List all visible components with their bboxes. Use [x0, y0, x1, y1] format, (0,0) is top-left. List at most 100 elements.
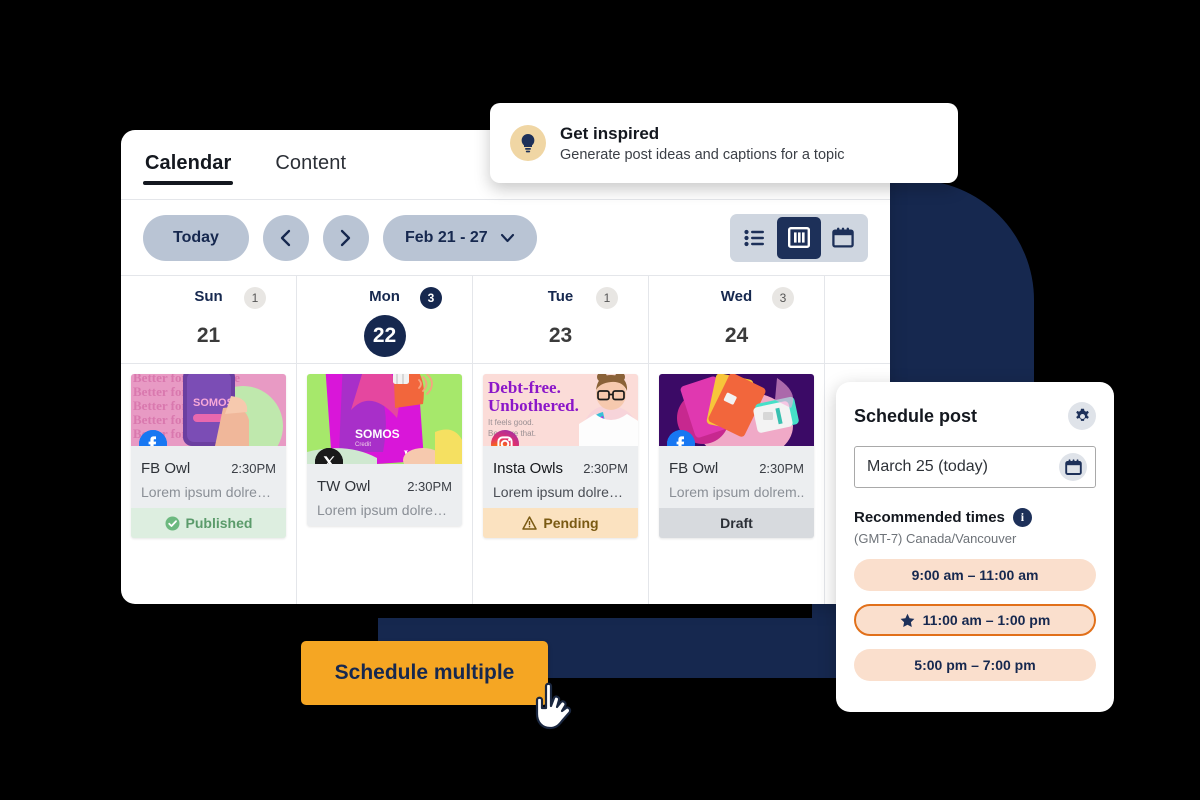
- gear-glyph: [1075, 408, 1089, 421]
- date-range-dropdown[interactable]: Feb 21 - 27: [382, 214, 537, 261]
- post-card[interactable]: SOMOS Credit VIS: [307, 374, 462, 526]
- post-status-label: Published: [185, 515, 253, 531]
- post-account-name: Insta Owls: [493, 460, 564, 477]
- day-column-sun: Sun 1 21 Better for everyone Better for …: [121, 276, 297, 604]
- post-text: Lorem ipsum dolre…: [493, 484, 623, 500]
- post-account-name: TW Owl: [317, 478, 371, 495]
- day-number-tue: 23: [548, 324, 573, 347]
- post-time: 2:30PM: [231, 461, 276, 476]
- post-status-badge: Published: [131, 508, 286, 538]
- day-number-sun: 21: [196, 324, 221, 347]
- time-slot-label: 9:00 am – 11:00 am: [911, 567, 1039, 583]
- day-number-mon: 22: [363, 315, 406, 357]
- day-header-tue[interactable]: Tue 1 23: [473, 276, 648, 364]
- recommended-times-row: Recommended times i: [854, 508, 1096, 527]
- post-account-name: FB Owl: [669, 460, 719, 477]
- day-count-badge-wed: 3: [772, 287, 794, 309]
- day-column-tue: Tue 1 23 Debt-free. Unbothered. It feels…: [473, 276, 649, 604]
- today-button[interactable]: Today: [143, 214, 249, 261]
- post-body: Insta Owls 2:30PM Lorem ipsum dolre…: [483, 446, 638, 508]
- post-thumbnail: Debt-free. Unbothered. It feels good. Be…: [483, 374, 638, 446]
- day-header-partial: [825, 276, 890, 364]
- star-icon: [900, 613, 915, 627]
- chevron-down-icon: [500, 233, 514, 242]
- timezone-label: (GMT-7) Canada/Vancouver: [854, 531, 1017, 546]
- view-toggle-list[interactable]: [733, 217, 777, 259]
- instagram-icon: [491, 430, 519, 446]
- day-cards-mon: SOMOS Credit VIS: [297, 364, 472, 526]
- view-toggle-column[interactable]: [777, 216, 821, 259]
- post-body: FB Owl 2:30PM Lorem ipsum dolrem..: [659, 446, 814, 508]
- schedule-date-value: March 25 (today): [867, 458, 988, 475]
- post-status-badge: Draft: [659, 508, 814, 538]
- time-slot-option[interactable]: 5:00 pm – 7:00 pm: [854, 649, 1096, 681]
- check-circle-icon: [165, 516, 180, 530]
- post-card[interactable]: FB Owl 2:30PM Lorem ipsum dolrem.. Draft: [659, 374, 814, 538]
- svg-text:It feels good.: It feels good.: [488, 418, 534, 427]
- prev-week-button[interactable]: [262, 214, 309, 261]
- day-header-wed[interactable]: Wed 3 24: [649, 276, 824, 364]
- tab-calendar[interactable]: Calendar: [143, 144, 234, 185]
- schedule-post-header: Schedule post: [854, 402, 1096, 430]
- post-thumbnail: Better for everyone Better for everyone …: [131, 374, 286, 446]
- schedule-multiple-button[interactable]: Schedule multiple: [301, 641, 548, 705]
- time-slot-label: 11:00 am – 1:00 pm: [922, 612, 1051, 628]
- calendar-icon[interactable]: [1059, 453, 1087, 481]
- toast-title: Get inspired: [560, 123, 660, 143]
- time-slot-option-selected[interactable]: 11:00 am – 1:00 pm: [854, 604, 1096, 636]
- post-time: 2:30PM: [583, 461, 628, 476]
- day-count-badge-mon: 3: [420, 287, 442, 309]
- toast-text-block: Get inspired Generate post ideas and cap…: [560, 124, 845, 163]
- post-text: Lorem ipsum dolrem..: [669, 484, 805, 500]
- tab-content[interactable]: Content: [273, 144, 348, 185]
- post-card[interactable]: Better for everyone Better for everyone …: [131, 374, 286, 538]
- post-text: Lorem ipsum dolre…: [141, 484, 271, 500]
- tab-content-label: Content: [275, 152, 347, 174]
- svg-text:Debt-free.: Debt-free.: [488, 378, 561, 397]
- schedule-date-field[interactable]: March 25 (today): [854, 446, 1096, 488]
- calendar-glyph: [1064, 459, 1082, 475]
- post-status-label: Pending: [543, 515, 599, 531]
- get-inspired-toast[interactable]: Get inspired Generate post ideas and cap…: [490, 103, 958, 183]
- post-thumbnail: SOMOS Credit VIS: [307, 374, 462, 464]
- svg-text:Credit: Credit: [355, 442, 371, 448]
- warning-triangle-icon: [522, 516, 538, 530]
- day-header-sun[interactable]: Sun 1 21: [121, 276, 296, 364]
- post-status-label: Draft: [720, 515, 753, 531]
- schedule-post-title: Schedule post: [854, 405, 978, 426]
- facebook-icon: [667, 430, 695, 446]
- time-slot-option[interactable]: 9:00 am – 11:00 am: [854, 559, 1096, 591]
- instagram-glyph: [491, 430, 519, 446]
- info-icon[interactable]: i: [1012, 508, 1032, 527]
- view-toggle-calendar[interactable]: [821, 217, 865, 259]
- post-time: 2:30PM: [407, 479, 452, 494]
- day-header-mon[interactable]: Mon 3 22: [297, 276, 472, 364]
- screenshot-root: Calendar Content Today Feb 21 - 27 Sun 1…: [0, 0, 1200, 800]
- toast-subtitle: Generate post ideas and captions for a t…: [560, 146, 845, 163]
- day-number-wed: 24: [724, 324, 749, 347]
- view-toggle-group: [730, 213, 868, 262]
- day-name-mon: Mon: [369, 288, 400, 305]
- post-card[interactable]: Debt-free. Unbothered. It feels good. Be…: [483, 374, 638, 538]
- schedule-post-panel: Schedule post March 25 (today) Recommend…: [836, 382, 1114, 712]
- gear-icon[interactable]: [1068, 402, 1096, 430]
- x-twitter-icon: [315, 448, 343, 464]
- calendar-app-window: Calendar Content Today Feb 21 - 27 Sun 1…: [121, 130, 890, 604]
- recommended-times-label: Recommended times: [854, 509, 1005, 526]
- post-thumbnail: [659, 374, 814, 446]
- day-cards-wed: FB Owl 2:30PM Lorem ipsum dolrem.. Draft: [649, 364, 824, 538]
- post-text: Lorem ipsum dolre…: [317, 502, 447, 518]
- x-twitter-glyph: [315, 448, 343, 464]
- day-cards-sun: Better for everyone Better for everyone …: [121, 364, 296, 538]
- day-count-badge-tue: 1: [596, 287, 618, 309]
- svg-text:SOMOS: SOMOS: [355, 427, 400, 441]
- lightbulb-icon: [510, 125, 546, 161]
- calendar-view-icon: [832, 227, 854, 248]
- week-grid: Sun 1 21 Better for everyone Better for …: [121, 276, 890, 604]
- facebook-glyph: [667, 430, 695, 446]
- next-week-button[interactable]: [322, 214, 369, 261]
- date-range-label: Feb 21 - 27: [404, 228, 488, 246]
- post-body: TW Owl 2:30PM Lorem ipsum dolre…: [307, 464, 462, 526]
- day-name-tue: Tue: [547, 288, 574, 305]
- facebook-glyph: [139, 430, 167, 446]
